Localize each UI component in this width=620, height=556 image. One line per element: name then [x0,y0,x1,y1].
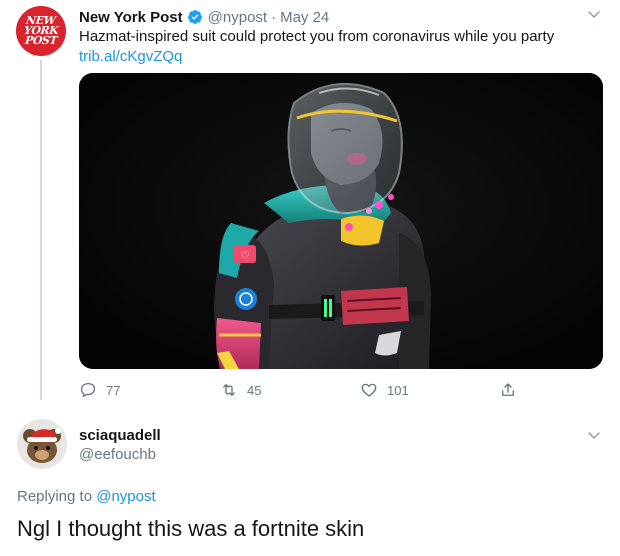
tweet-media-image[interactable]: ♡ [79,73,603,369]
heart-icon [361,383,377,397]
retweet-count: 45 [247,382,262,398]
nypost-avatar[interactable]: NEW YORK POST [16,6,66,56]
separator-dot: · [271,8,277,26]
tweet-link[interactable]: trib.al/cKgvZQq [79,47,182,67]
chevron-down-icon[interactable] [586,6,602,22]
verified-badge-icon [187,10,202,24]
reply-author-handle[interactable]: @eefouchb [79,446,156,463]
avatar-text-line-3: POST [24,34,58,47]
retweet-icon [223,384,235,396]
replying-to-prefix: Replying to [17,488,93,505]
avatar-image [17,419,67,469]
tweet-actions: 77 45 101 [79,379,529,401]
reply-count: 77 [106,382,121,398]
reply-tweet-text: Ngl I thought this was a fortnite skin [17,516,365,541]
like-action[interactable]: 101 [360,379,409,401]
original-tweet[interactable]: NEW YORK POST New York Post @nypost · Ma… [0,0,620,410]
like-count: 101 [387,382,409,398]
reply-author-avatar[interactable] [17,419,67,469]
svg-text:♡: ♡ [240,249,250,262]
share-action[interactable] [499,379,526,401]
chevron-down-icon[interactable] [586,427,602,443]
reply-author-display-name[interactable]: sciaquadell [79,427,161,444]
reply-tweet[interactable]: sciaquadell @eefouchb Replying to @nypos… [0,410,620,556]
author-handle[interactable]: @nypost [208,9,267,26]
replying-to-handle-link[interactable]: @nypost [96,488,155,505]
author-display-name[interactable]: New York Post [79,9,183,26]
replying-to-line: Replying to @nypost [17,488,156,505]
share-icon [502,383,514,396]
reply-action[interactable]: 77 [79,379,120,401]
reply-icon [80,382,96,398]
tweet-text: Hazmat-inspired suit could protect you f… [79,28,555,45]
retweet-action[interactable]: 45 [220,379,261,401]
tweet-header: New York Post @nypost · May 24 [79,7,329,27]
hazmat-suit-render-image: ♡ [79,73,603,369]
tweet-date[interactable]: May 24 [280,9,329,26]
